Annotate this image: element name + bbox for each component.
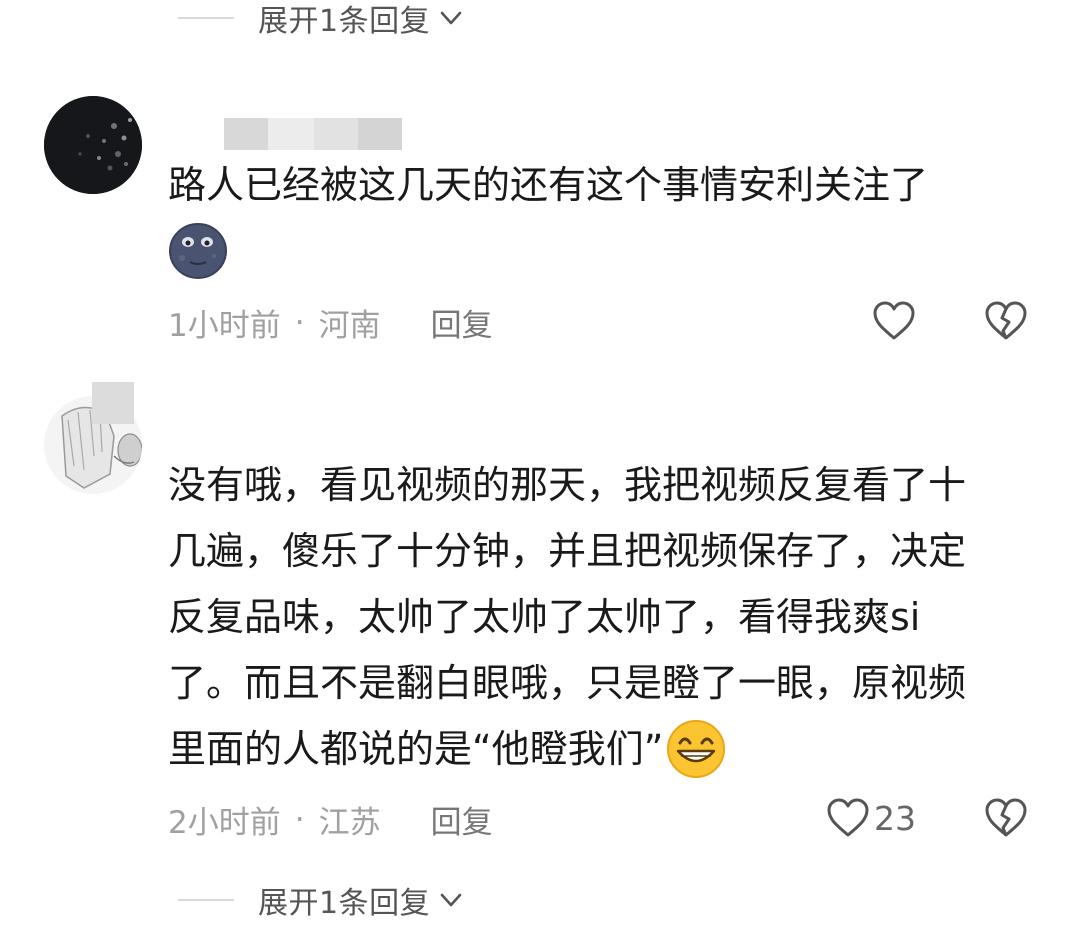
avatar[interactable] xyxy=(44,96,142,194)
comment-location: 江苏 xyxy=(318,805,381,841)
comment-location: 河南 xyxy=(318,308,381,344)
reply-button[interactable]: 回复 xyxy=(431,797,493,842)
grinning-emoji xyxy=(667,720,726,778)
comment-line-last: 里面的人都说的是“他瞪我们” xyxy=(168,716,1048,782)
comment-line: 几遍，傻乐了十分钟，并且把视频保存了，决定 xyxy=(168,529,967,573)
broken-heart-icon xyxy=(985,301,1027,340)
chevron-down-icon xyxy=(440,893,462,907)
dislike-button[interactable] xyxy=(984,300,1028,346)
heart-icon xyxy=(827,798,869,837)
comment-time: 2小时前 xyxy=(168,805,281,841)
comment-line: 没有哦，看见视频的那天，我把视频反复看了十 xyxy=(168,463,967,507)
comment-meta: 2小时前 · 江苏 回复 xyxy=(168,797,493,842)
like-button[interactable] xyxy=(872,300,916,342)
dislike-button[interactable] xyxy=(984,797,1028,843)
comment-line: 反复品味，太帅了太帅了太帅了，看得我爽si xyxy=(168,595,921,639)
username-redacted xyxy=(92,382,136,424)
expand-replies-bottom[interactable]: 展开1条回复 xyxy=(178,880,466,921)
expand-replies-label: 展开1条回复 xyxy=(258,886,431,921)
like-button[interactable]: 23 xyxy=(826,797,916,839)
comment-line: 了。而且不是翻白眼哦，只是瞪了一眼，原视频 xyxy=(168,661,967,705)
meta-separator: · xyxy=(294,304,305,341)
chevron-down-icon xyxy=(440,11,462,25)
moon-face-emoji xyxy=(169,223,227,279)
like-count: 23 xyxy=(874,798,916,838)
username-redacted xyxy=(178,118,404,152)
divider-line xyxy=(178,899,234,901)
comment-text: 路人已经被这几天的还有这个事情安利关注了 xyxy=(168,163,929,207)
comment-meta: 1小时前 · 河南 回复 xyxy=(168,300,493,345)
expand-replies-label: 展开1条回复 xyxy=(258,4,431,39)
avatar-image xyxy=(44,96,142,194)
divider-line xyxy=(178,17,234,19)
reply-button[interactable]: 回复 xyxy=(431,300,493,345)
comment-text: 没有哦，看见视频的那天，我把视频反复看了十 几遍，傻乐了十分钟，并且把视频保存了… xyxy=(168,452,1048,782)
heart-icon xyxy=(873,301,915,340)
broken-heart-icon xyxy=(985,798,1027,837)
comment-time: 1小时前 xyxy=(168,308,281,344)
meta-separator: · xyxy=(294,801,305,838)
expand-replies-top[interactable]: 展开1条回复 xyxy=(178,0,466,39)
comment-line: 里面的人都说的是“他瞪我们” xyxy=(168,727,664,771)
